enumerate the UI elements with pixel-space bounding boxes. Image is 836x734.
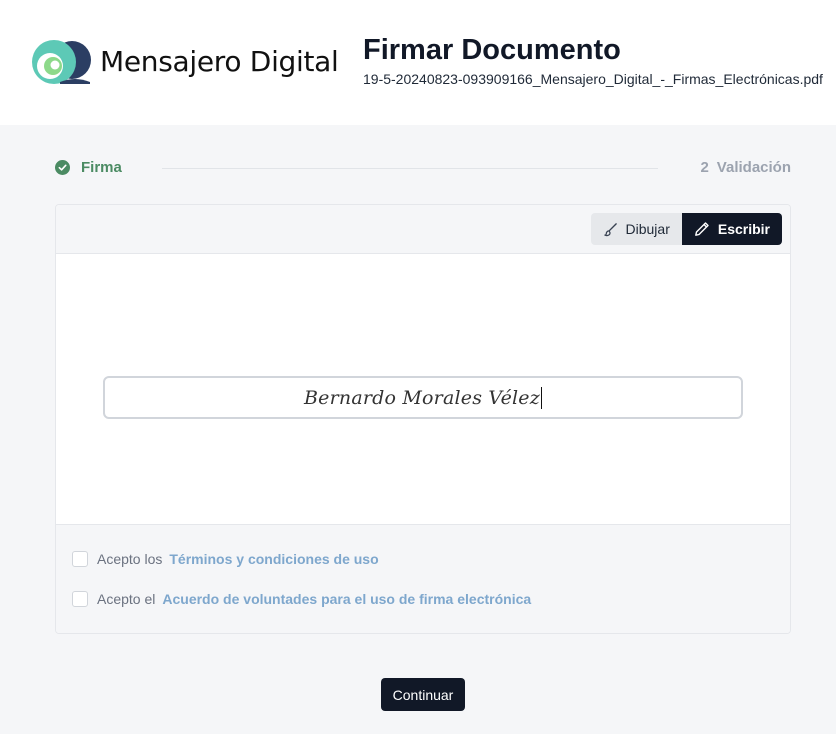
signature-input[interactable]: Bernardo Morales Vélez bbox=[103, 376, 743, 419]
terms-checkbox[interactable] bbox=[72, 551, 88, 567]
continue-button[interactable]: Continuar bbox=[381, 678, 465, 711]
stepper: Firma 2 Validación bbox=[55, 156, 791, 180]
tab-dibujar[interactable]: Dibujar bbox=[590, 213, 682, 245]
signature-toolbar: Dibujar Escribir bbox=[56, 205, 790, 254]
agreement-esignature-prefix: Acepto el bbox=[97, 591, 156, 607]
tab-dibujar-label: Dibujar bbox=[625, 221, 670, 237]
step-firma: Firma bbox=[55, 159, 122, 176]
agreements-section: Acepto los Términos y condiciones de uso… bbox=[56, 524, 790, 633]
signature-mode-toggle: Dibujar Escribir bbox=[590, 213, 782, 245]
brand-name: Mensajero Digital bbox=[100, 44, 339, 78]
agreement-terms-prefix: Acepto los bbox=[97, 551, 163, 567]
step-validacion-number: 2 bbox=[700, 159, 709, 176]
check-circle-icon bbox=[55, 160, 70, 175]
agreement-esignature: Acepto el Acuerdo de voluntades para el … bbox=[72, 591, 531, 607]
tab-escribir[interactable]: Escribir bbox=[681, 213, 782, 245]
tab-escribir-label: Escribir bbox=[717, 221, 770, 237]
step-firma-label: Firma bbox=[81, 159, 122, 176]
wave-swirl-logo-icon bbox=[32, 40, 91, 84]
page-title: Firmar Documento bbox=[363, 34, 621, 66]
document-filename: 19-5-20240823-093909166_Mensajero_Digita… bbox=[363, 71, 823, 87]
esignature-agreement-link[interactable]: Acuerdo de voluntades para el uso de fir… bbox=[162, 591, 531, 607]
page-header: Mensajero Digital Firmar Documento 19-5-… bbox=[0, 0, 836, 125]
signature-text: Bernardo Morales Vélez bbox=[304, 386, 540, 409]
agreement-terms: Acepto los Términos y condiciones de uso bbox=[72, 551, 379, 567]
step-connector bbox=[162, 168, 658, 169]
step-validacion-label: Validación bbox=[716, 159, 791, 176]
signature-card: Dibujar Escribir Bernardo Morales Vélez … bbox=[55, 204, 791, 634]
esignature-agreement-checkbox[interactable] bbox=[72, 591, 88, 607]
step-validacion: 2 Validación bbox=[700, 159, 791, 176]
brush-icon bbox=[603, 222, 617, 236]
pencil-icon bbox=[694, 222, 709, 236]
brand-logo: Mensajero Digital bbox=[30, 38, 339, 84]
text-caret bbox=[540, 386, 542, 409]
terms-link[interactable]: Términos y condiciones de uso bbox=[169, 551, 378, 567]
